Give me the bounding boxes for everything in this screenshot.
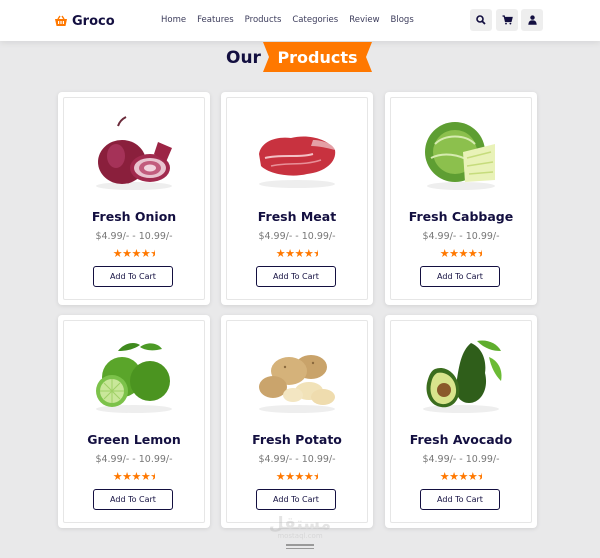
potato-image [259, 355, 335, 413]
heading-prefix: Our [226, 48, 261, 68]
product-name: Fresh Cabbage [408, 209, 514, 224]
avocado-image [423, 340, 502, 413]
rating-stars-icon: ★★★★★ [439, 470, 483, 483]
site-header: Groco Home Features Products Categories … [0, 0, 600, 41]
product-card-potato: Fresh Potato $4.99/- - 10.99/- ★★★★★ Add… [221, 315, 373, 528]
product-card-meat: Fresh Meat $4.99/- - 10.99/- ★★★★★ Add T… [221, 92, 373, 305]
cart-button[interactable] [496, 9, 518, 31]
lemon-image [96, 343, 172, 413]
logo[interactable]: Groco [54, 12, 115, 30]
product-card-avocado: Fresh Avocado $4.99/- - 10.99/- ★★★★★ Ad… [385, 315, 537, 528]
user-icon [527, 15, 537, 25]
product-card-onion: Fresh Onion $4.99/- - 10.99/- ★★★★★ Add … [58, 92, 210, 305]
scroll-grip-icon[interactable] [286, 544, 314, 552]
product-price: $4.99/- - 10.99/- [95, 231, 173, 242]
nav-products[interactable]: Products [245, 15, 282, 25]
add-to-cart-button[interactable]: Add To Cart [93, 266, 173, 287]
search-button[interactable] [470, 9, 492, 31]
add-to-cart-button[interactable]: Add To Cart [420, 266, 500, 287]
product-name: Fresh Avocado [409, 432, 513, 447]
product-price: $4.99/- - 10.99/- [422, 454, 500, 465]
basket-icon [55, 15, 67, 26]
search-icon [476, 15, 486, 25]
section-heading: Our Products [0, 42, 600, 72]
watermark-arabic: مستقل [268, 514, 332, 534]
product-card-cabbage: Fresh Cabbage $4.99/- - 10.99/- ★★★★★ Ad… [385, 92, 537, 305]
logo-text: Groco [72, 13, 115, 29]
product-price: $4.99/- - 10.99/- [422, 231, 500, 242]
nav-home[interactable]: Home [161, 15, 186, 25]
nav-features[interactable]: Features [197, 15, 234, 25]
user-button[interactable] [521, 9, 543, 31]
cabbage-image [425, 122, 495, 190]
onion-image [96, 116, 172, 190]
product-name: Fresh Meat [257, 209, 337, 224]
nav-categories[interactable]: Categories [292, 15, 338, 25]
product-price: $4.99/- - 10.99/- [258, 454, 336, 465]
add-to-cart-button[interactable]: Add To Cart [93, 489, 173, 510]
heading-highlight: Products [277, 48, 358, 67]
product-name: Fresh Onion [91, 209, 177, 224]
rating-stars-icon: ★★★★★ [275, 470, 319, 483]
product-name: Green Lemon [87, 432, 181, 447]
nav-review[interactable]: Review [349, 15, 379, 25]
add-to-cart-button[interactable]: Add To Cart [256, 266, 336, 287]
add-to-cart-button[interactable]: Add To Cart [256, 489, 336, 510]
watermark-logo: مستقل mostaql.com [262, 514, 338, 548]
product-price: $4.99/- - 10.99/- [258, 231, 336, 242]
product-name: Fresh Potato [252, 432, 342, 447]
product-card-lemon: Green Lemon $4.99/- - 10.99/- ★★★★★ Add … [58, 315, 210, 528]
rating-stars-icon: ★★★★★ [112, 247, 156, 260]
meat-image [259, 136, 336, 188]
heading-ribbon: Products [263, 42, 372, 72]
nav-blogs[interactable]: Blogs [391, 15, 414, 25]
add-to-cart-button[interactable]: Add To Cart [420, 489, 500, 510]
rating-stars-icon: ★★★★★ [275, 247, 319, 260]
rating-stars-icon: ★★★★★ [439, 247, 483, 260]
product-price: $4.99/- - 10.99/- [95, 454, 173, 465]
rating-stars-icon: ★★★★★ [112, 470, 156, 483]
cart-icon [502, 15, 513, 25]
main-nav: Home Features Products Categories Review… [161, 15, 425, 25]
